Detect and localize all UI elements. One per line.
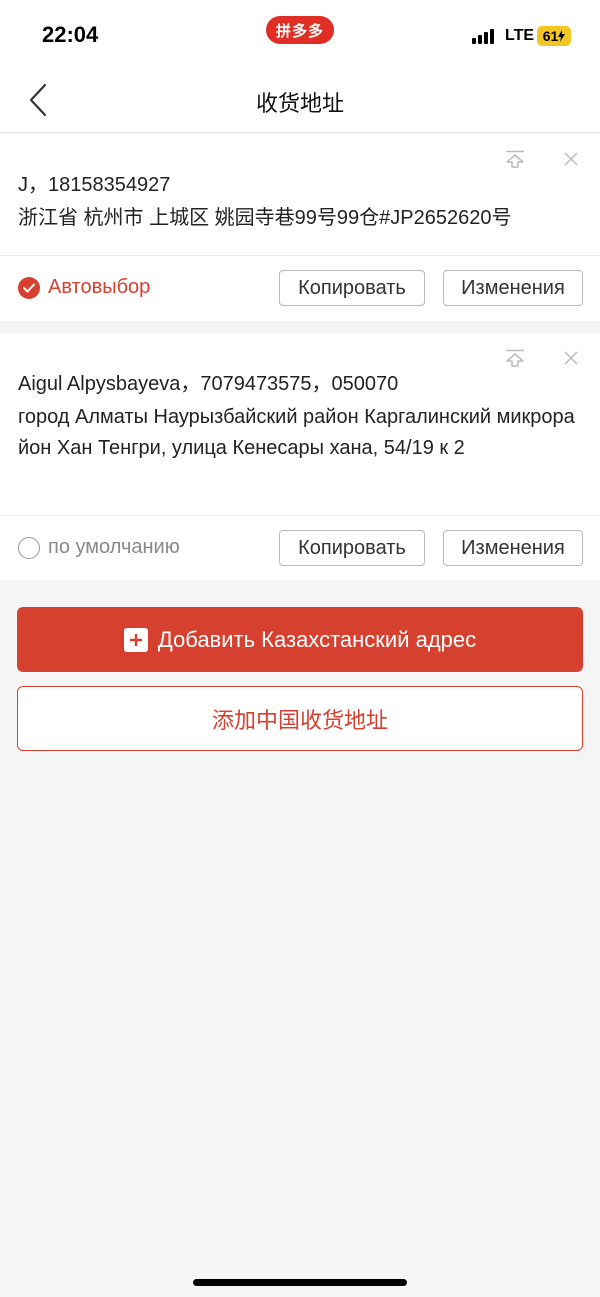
plus-icon xyxy=(123,627,148,652)
close-icon xyxy=(564,351,578,365)
default-toggle[interactable]: Автовыбор xyxy=(18,276,150,299)
charging-bolt-icon xyxy=(558,30,566,42)
address-text: 浙江省 杭州市 上城区 姚园寺巷99号99仓#JP2652620号 xyxy=(18,207,512,229)
add-kz-address-button[interactable]: Добавить Казахстанский адрес xyxy=(17,607,583,672)
contact-info: Aigul Alpysbayeva，7079473575，050070 xyxy=(18,373,399,395)
default-label: Автовыбор xyxy=(48,276,151,298)
pin-top-icon xyxy=(506,150,524,168)
card-icons xyxy=(504,148,582,170)
radio-circle-icon xyxy=(18,536,40,559)
copy-button[interactable]: Копировать xyxy=(279,530,425,566)
card-icons xyxy=(504,347,582,369)
page-title: 收货地址 xyxy=(255,91,344,116)
delete-button[interactable] xyxy=(560,347,582,369)
home-indicator[interactable] xyxy=(193,1279,407,1286)
add-kz-label: Добавить Казахстанский адрес xyxy=(157,626,477,652)
status-bar: 22:04 拼多多 LTE 61 xyxy=(0,0,600,70)
contact-info: J，18158354927 xyxy=(18,174,171,196)
nav-bar: 收货地址 xyxy=(0,70,600,133)
battery-level: 61 xyxy=(542,28,559,44)
delete-button[interactable] xyxy=(560,148,582,170)
pin-top-icon xyxy=(506,349,524,367)
pin-to-top-button[interactable] xyxy=(504,347,526,369)
app-badge[interactable]: 拼多多 xyxy=(266,16,334,44)
add-cn-address-button[interactable]: 添加中国收货地址 xyxy=(17,686,583,751)
address-card: Aigul Alpysbayeva，7079473575，050070 горо… xyxy=(0,333,600,580)
default-label: по умолчанию xyxy=(48,536,180,558)
edit-button[interactable]: Изменения xyxy=(443,270,583,306)
card-actions: Автовыбор Копировать Изменения xyxy=(0,256,600,322)
default-toggle[interactable]: по умолчанию xyxy=(18,536,180,559)
edit-button[interactable]: Изменения xyxy=(443,530,583,566)
pin-to-top-button[interactable] xyxy=(504,148,526,170)
network-type: LTE xyxy=(505,27,535,44)
check-circle-icon xyxy=(18,276,40,299)
close-icon xyxy=(564,152,578,166)
address-text: город Алматы Наурызбайский район Каргали… xyxy=(18,406,575,459)
card-actions: по умолчанию Копировать Изменения xyxy=(0,516,600,582)
battery-icon: 61 xyxy=(537,26,571,46)
status-time: 22:04 xyxy=(42,22,99,47)
signal-icon xyxy=(472,28,494,44)
copy-button[interactable]: Копировать xyxy=(279,270,425,306)
address-card: J，18158354927 浙江省 杭州市 上城区 姚园寺巷99号99仓#JP2… xyxy=(0,134,600,321)
